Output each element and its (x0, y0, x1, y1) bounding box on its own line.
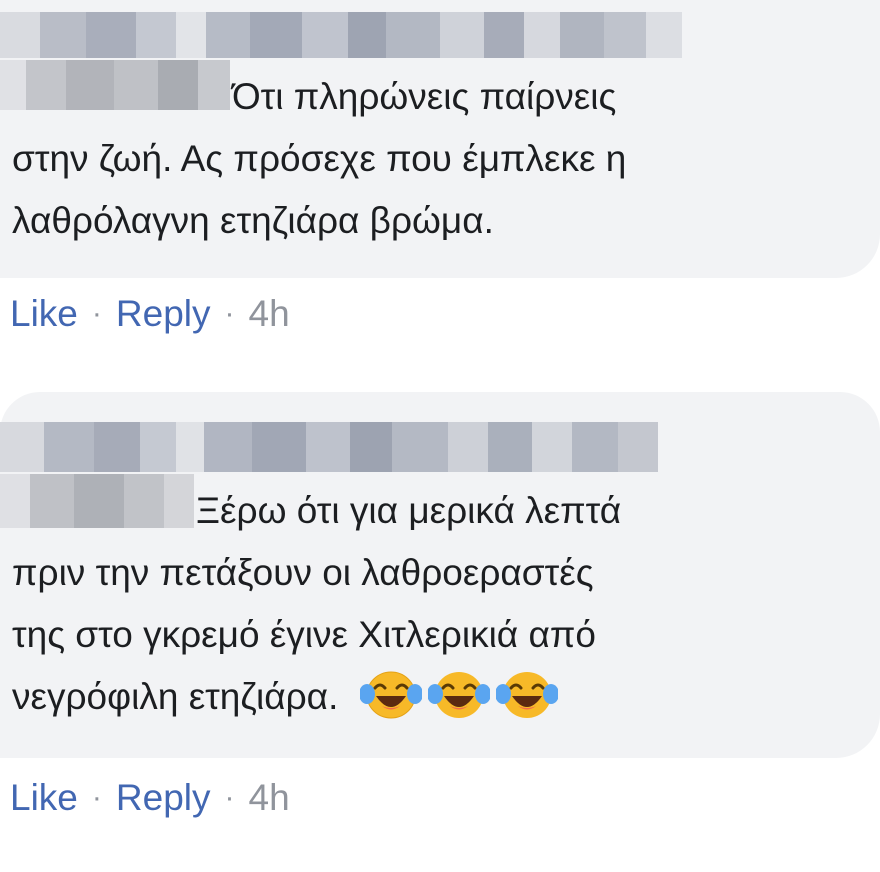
timestamp[interactable]: 4h (249, 292, 290, 336)
author-name-blurred-line2 (0, 60, 230, 110)
comment-bubble: Ξέρω ότι για μερικά λεπτά πριν την πετάξ… (0, 392, 880, 758)
comment-text-line: νεγρόφιλη ετηζιάρα. (12, 676, 339, 717)
tears-of-joy-emoji (496, 672, 559, 718)
separator-dot: · (91, 297, 102, 330)
comment-text-line: Ότι πληρώνεις παίρνεις (232, 76, 617, 117)
like-link[interactable]: Like (10, 776, 78, 820)
comment-actions: Like · Reply · 4h (10, 292, 290, 336)
like-link[interactable]: Like (10, 292, 78, 336)
comment-text-line: Ξέρω ότι για μερικά λεπτά (196, 490, 622, 531)
comment-text-line: λαθρόλαγνη ετηζιάρα βρώμα. (12, 200, 494, 241)
tears-of-joy-emoji (428, 672, 491, 718)
separator-dot: · (91, 781, 102, 814)
comment-text-line: στην ζωή. Ας πρόσεχε που έμπλεκε η (12, 138, 627, 179)
timestamp[interactable]: 4h (249, 776, 290, 820)
comment-text-line: πριν την πετάξουν οι λαθροεραστές (12, 552, 594, 593)
author-name-blurred-line2 (0, 474, 194, 528)
comment-text-line: της στο γκρεμό έγινε Χιτλερικιά από (12, 614, 596, 655)
author-name-blurred[interactable] (0, 12, 682, 58)
tears-of-joy-emoji (360, 671, 423, 719)
reply-link[interactable]: Reply (116, 776, 211, 820)
separator-dot: · (224, 297, 235, 330)
author-name-blurred[interactable] (0, 422, 658, 472)
reply-link[interactable]: Reply (116, 292, 211, 336)
comment-actions: Like · Reply · 4h (10, 776, 290, 820)
separator-dot: · (224, 781, 235, 814)
comment-text-last-line: νεγρόφιλη ετηζιάρα. (12, 666, 559, 728)
comment-bubble: Ότι πληρώνεις παίρνεις στην ζωή. Ας πρόσ… (0, 0, 880, 278)
emoji-group (360, 666, 559, 720)
